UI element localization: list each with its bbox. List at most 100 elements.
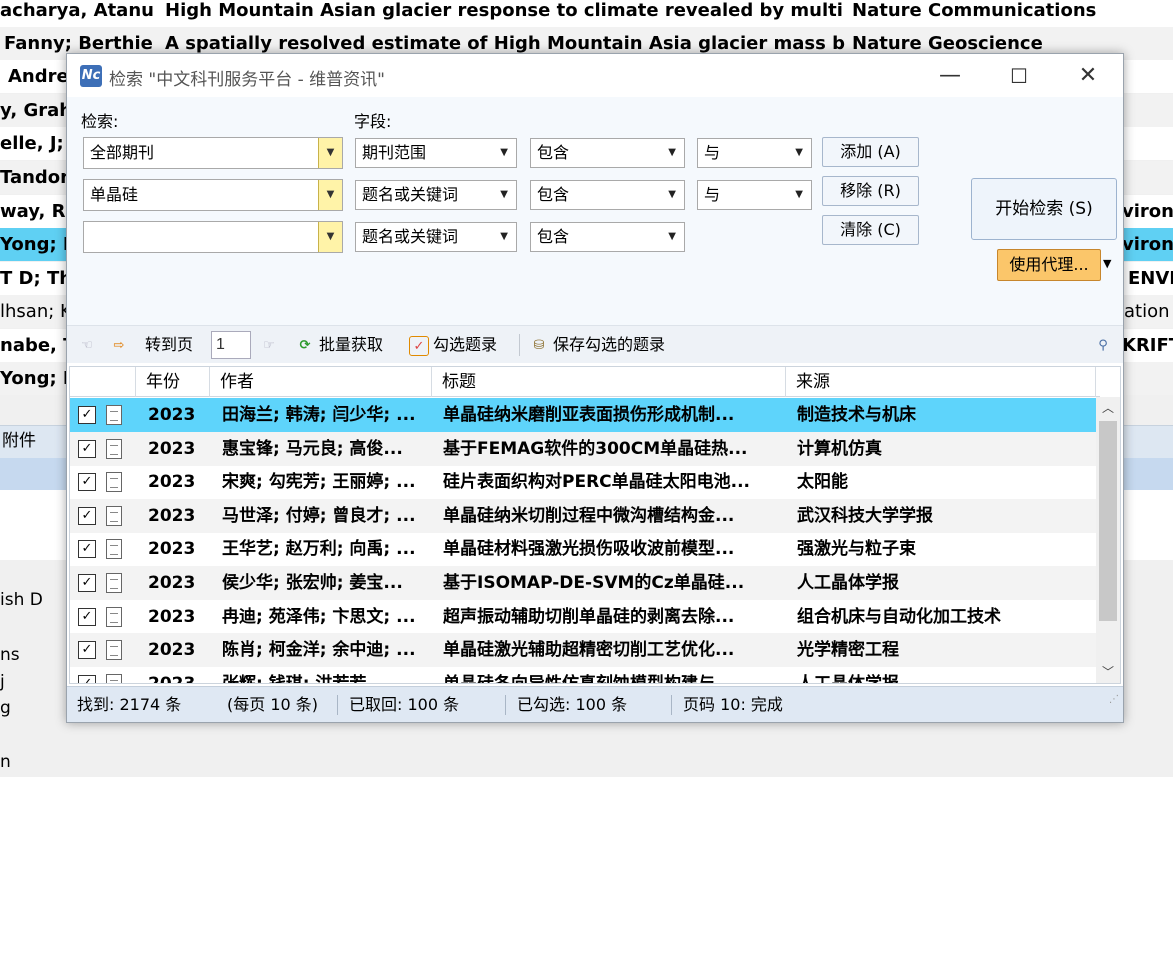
operator-select[interactable]: 包含 ▼: [530, 138, 685, 168]
author-cell: 陈肖; 柯金洋; 余中迪; ...: [222, 640, 416, 661]
source-cell: 组合机床与自动化加工技术: [797, 606, 1001, 627]
scroll-up-icon[interactable]: ︿: [1096, 397, 1120, 419]
scroll-thumb[interactable]: [1099, 421, 1117, 621]
proxy-settings-button[interactable]: ⚲: [1093, 326, 1117, 364]
title-cell: 单晶硅纳米磨削亚表面损伤形成机制...: [443, 405, 735, 425]
bg-author: lhsan; K: [0, 301, 72, 322]
table-row[interactable]: ✓ 2023 王华艺; 赵万利; 向禹; ... 单晶硅材料强激光损伤吸收波前模型..…: [70, 532, 1097, 566]
table-row-selected[interactable]: ✓ 2023 田海兰; 韩涛; 闫少华; ... 单晶硅纳米磨削亚表面损伤形成机制..…: [70, 398, 1097, 432]
field-select[interactable]: 题名或关键词 ▼: [355, 222, 517, 252]
source-column-header[interactable]: 来源: [786, 367, 1096, 397]
minimize-button[interactable]: —: [915, 58, 985, 94]
select-column-header[interactable]: [70, 367, 136, 397]
title-column-header[interactable]: 标题: [432, 367, 786, 397]
status-divider: [337, 695, 338, 715]
use-proxy-button[interactable]: 使用代理...: [997, 249, 1101, 281]
window-title: 检索 "中文科刊服务平台 - 维普资讯": [109, 70, 385, 90]
title-bar[interactable]: Nc 检索 "中文科刊服务平台 - 维普资讯" — ☐ ✕: [67, 54, 1123, 97]
batch-get-label: 批量获取: [319, 335, 384, 354]
bg-author: nabe, T: [0, 335, 76, 356]
bg-author: Tandon: [0, 167, 73, 188]
bg-text: ns: [0, 645, 20, 665]
start-search-button[interactable]: 开始检索 (S): [971, 178, 1117, 240]
row-checkbox[interactable]: ✓: [78, 674, 96, 683]
scroll-down-icon[interactable]: ﹀: [1096, 661, 1120, 683]
add-button[interactable]: 添加 (A): [822, 137, 919, 167]
author-column-header[interactable]: 作者: [210, 367, 432, 397]
prev-page-button[interactable]: ☜: [77, 326, 101, 364]
bg-author: acharya, Atanu: [0, 0, 154, 21]
title-cell: 基于ISOMAP-DE-SVM的Cz单晶硅...: [443, 573, 745, 593]
app-icon: Nc: [80, 65, 102, 87]
next-page-button[interactable]: ☞: [259, 326, 283, 364]
table-row[interactable]: ✓ 2023 马世泽; 付婷; 曾良才; ... 单晶硅纳米切削过程中微沟槽结构金..…: [70, 498, 1097, 533]
logic-select[interactable]: 与 ▼: [697, 138, 812, 168]
title-cell: 硅片表面织构对PERC单晶硅太阳电池...: [443, 472, 751, 493]
clear-button[interactable]: 清除 (C): [822, 215, 919, 245]
search-value-combo[interactable]: 单晶硅 ▼: [83, 179, 343, 211]
select-value: 期刊范围: [362, 143, 427, 162]
table-row[interactable]: ✓ 2023 冉迪; 苑泽伟; 卞思文; ... 超声振动辅助切削单晶硅的剥离去除..…: [70, 600, 1097, 634]
year-column-header[interactable]: 年份: [136, 367, 210, 397]
row-checkbox[interactable]: ✓: [78, 574, 96, 592]
resize-grip-icon[interactable]: ⋰: [1109, 682, 1119, 718]
vertical-scrollbar[interactable]: ︿ ﹀: [1096, 397, 1120, 683]
select-value: 与: [704, 143, 721, 162]
chevron-down-icon: ▼: [795, 147, 803, 158]
operator-select[interactable]: 包含 ▼: [530, 222, 685, 252]
year-cell: 2023: [148, 505, 196, 526]
dropdown-arrow-icon[interactable]: ▼: [318, 222, 342, 252]
per-page: (每页 10 条): [227, 695, 319, 714]
field-select[interactable]: 期刊范围 ▼: [355, 138, 517, 168]
search-value-combo[interactable]: ▼: [83, 221, 343, 253]
document-icon: [106, 405, 122, 425]
row-checkbox[interactable]: ✓: [78, 540, 96, 559]
year-cell: 2023: [148, 606, 196, 627]
source-cell: 计算机仿真: [797, 438, 882, 459]
search-value-combo[interactable]: 全部期刊 ▼: [83, 137, 343, 169]
save-checked-button[interactable]: ⛁ 保存勾选的题录: [529, 326, 665, 364]
goto-page-button[interactable]: ⇨: [109, 326, 133, 364]
logic-select[interactable]: 与 ▼: [697, 180, 812, 210]
year-cell: 2023: [148, 573, 196, 593]
bg-attachment-tab[interactable]: 附件: [0, 431, 36, 451]
year-cell: 2023: [148, 472, 196, 493]
close-button[interactable]: ✕: [1053, 58, 1123, 94]
proxy-dropdown-icon[interactable]: ▼: [1103, 257, 1111, 270]
bg-row[interactable]: acharya, Atanu High Mountain Asian glaci…: [0, 0, 1173, 27]
results-table: 年份 作者 标题 来源 ✓ 2023 田海兰; 韩涛; 闫少华; ... 单晶硅纳米磨…: [69, 366, 1121, 684]
remove-button[interactable]: 移除 (R): [822, 176, 919, 206]
row-checkbox[interactable]: ✓: [78, 439, 96, 458]
select-value: 包含: [537, 143, 570, 162]
operator-select[interactable]: 包含 ▼: [530, 180, 685, 210]
select-value: 题名或关键词: [362, 227, 459, 246]
table-row[interactable]: ✓ 2023 侯少华; 张宏帅; 姜宝... 基于ISOMAP-DE-SVM的Cz单晶…: [70, 566, 1097, 600]
bg-source: vironi: [1122, 201, 1173, 222]
page-number-input[interactable]: [211, 331, 251, 359]
status-bar: 找到: 2174 条 (每页 10 条) 已取回: 100 条 已勾选: 100…: [67, 686, 1123, 722]
row-checkbox[interactable]: ✓: [78, 473, 96, 492]
author-cell: 宋爽; 勾宪芳; 王丽婷; ...: [222, 472, 416, 493]
dropdown-arrow-icon[interactable]: ▼: [318, 180, 342, 210]
field-select[interactable]: 题名或关键词 ▼: [355, 180, 517, 210]
row-checkbox[interactable]: ✓: [78, 506, 96, 525]
bg-author: Yong; P: [0, 234, 77, 255]
source-cell: 太阳能: [797, 472, 848, 493]
check-records-button[interactable]: ✓ 勾选题录: [409, 326, 497, 364]
source-cell: 人工晶体学报: [797, 573, 899, 593]
document-icon: [106, 505, 122, 526]
table-row[interactable]: ✓ 2023 惠宝锋; 马元良; 高俊... 基于FEMAG软件的300CM单晶硅热.…: [70, 431, 1097, 466]
row-checkbox[interactable]: ✓: [78, 406, 96, 424]
row-checkbox[interactable]: ✓: [78, 641, 96, 660]
batch-get-button[interactable]: ⟳ 批量获取: [295, 326, 383, 364]
table-row[interactable]: ✓ 2023 宋爽; 勾宪芳; 王丽婷; ... 硅片表面织构对PERC单晶硅太阳电池…: [70, 465, 1097, 499]
year-cell: 2023: [148, 640, 196, 661]
dropdown-arrow-icon[interactable]: ▼: [318, 138, 342, 168]
title-cell: 基于FEMAG软件的300CM单晶硅热...: [443, 438, 748, 459]
table-row[interactable]: ✓ 2023 陈肖; 柯金洋; 余中迪; ... 单晶硅激光辅助超精密切削工艺优化..…: [70, 633, 1097, 668]
maximize-button[interactable]: ☐: [984, 58, 1054, 94]
table-row[interactable]: ✓ 2023 张辉; 钱琪; 洪若若... 单晶硅各向异性仿真刻蚀模型构建与... 人工…: [70, 667, 1097, 683]
row-checkbox[interactable]: ✓: [78, 607, 96, 626]
source-cell: 制造技术与机床: [797, 405, 916, 425]
fetched-count: 已取回: 100 条: [349, 695, 460, 714]
